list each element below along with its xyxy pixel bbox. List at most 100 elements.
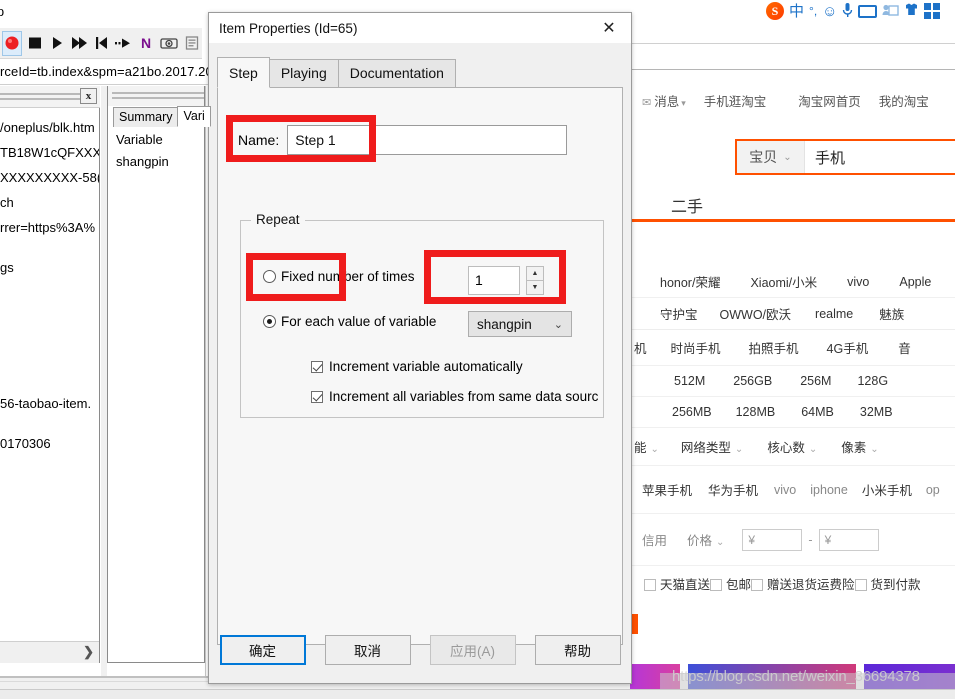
radio-icon[interactable] bbox=[263, 315, 276, 328]
checkbox-icon[interactable] bbox=[311, 390, 323, 403]
dialog-title-bar[interactable]: Item Properties (Id=65) ✕ bbox=[209, 13, 631, 43]
list-item: 56-taobao-item. bbox=[0, 396, 92, 411]
camera-icon[interactable] bbox=[159, 31, 179, 56]
checkbox-icon[interactable] bbox=[710, 578, 723, 591]
checkbox-icon[interactable] bbox=[854, 578, 867, 591]
punctuation-icon[interactable]: °, bbox=[809, 5, 817, 17]
scroll-right-icon[interactable]: ❯ bbox=[83, 644, 94, 660]
brand-shouhubao[interactable]: 守护宝 bbox=[660, 304, 698, 323]
repeat-count-input[interactable]: 1 bbox=[468, 266, 520, 295]
variable-row[interactable]: shangpin bbox=[116, 154, 169, 169]
tab-panel-step: Name: Step 1 Repeat Fixed number of time… bbox=[217, 87, 623, 645]
tab-step[interactable]: Step bbox=[217, 57, 270, 88]
radio-icon[interactable] bbox=[263, 270, 276, 283]
capacity-64mb[interactable]: 64MB bbox=[801, 405, 834, 419]
variable-select[interactable]: shangpin ⌄ bbox=[468, 311, 572, 337]
radio-for-each-value-of-variable[interactable]: For each value of variable bbox=[263, 314, 436, 329]
skin-icon[interactable] bbox=[904, 2, 919, 20]
cancel-button[interactable]: 取消 bbox=[324, 635, 411, 665]
stepper-down-icon[interactable]: ▼ bbox=[526, 280, 544, 295]
capacity-128mb[interactable]: 128MB bbox=[736, 405, 776, 419]
play-loop-icon[interactable] bbox=[69, 31, 89, 56]
facet-pixels[interactable]: 像素 ⌄ bbox=[841, 437, 878, 456]
price-min-input[interactable]: ¥ bbox=[742, 528, 803, 551]
tab-documentation[interactable]: Documentation bbox=[337, 59, 456, 88]
checkbox-icon[interactable] bbox=[751, 578, 764, 591]
keyboard-icon[interactable] bbox=[858, 4, 878, 18]
n-macro-icon[interactable]: N bbox=[137, 31, 157, 56]
play-icon[interactable] bbox=[47, 31, 67, 56]
category-4g-phone[interactable]: 4G手机 bbox=[827, 338, 869, 357]
brand-honor[interactable]: honor/荣耀 bbox=[660, 272, 720, 291]
brand-xiaomi[interactable]: Xiaomi/小米 bbox=[750, 272, 817, 291]
stepper-up-icon[interactable]: ▲ bbox=[526, 266, 544, 280]
brand-realme[interactable]: realme bbox=[815, 307, 853, 321]
keyword-iphone[interactable]: iphone bbox=[810, 483, 848, 497]
skip-back-icon[interactable] bbox=[92, 31, 112, 56]
handwriting-icon[interactable] bbox=[882, 3, 900, 20]
category-phone[interactable]: 机 bbox=[634, 338, 647, 357]
chinese-mode-icon[interactable]: 中 bbox=[789, 4, 804, 19]
chevron-down-icon: ⌄ bbox=[716, 537, 725, 548]
facet-network-type[interactable]: 网络类型 ⌄ bbox=[681, 437, 743, 456]
facet-function[interactable]: 能 ⌄ bbox=[634, 437, 659, 456]
emoji-icon[interactable]: ☺ bbox=[822, 4, 837, 19]
capacity-256m[interactable]: 256M bbox=[800, 374, 831, 388]
capacity-512m[interactable]: 512M bbox=[674, 374, 705, 388]
left-pane-scrollbar[interactable]: ❯ bbox=[0, 641, 99, 663]
microphone-icon[interactable] bbox=[842, 2, 853, 21]
keyword-xiaomi-phone[interactable]: 小米手机 bbox=[862, 480, 912, 499]
name-input[interactable]: Step 1 bbox=[287, 125, 568, 155]
category-music-phone[interactable]: 音 bbox=[898, 338, 911, 357]
search-input[interactable]: 手机 bbox=[805, 141, 955, 173]
capacity-32mb[interactable]: 32MB bbox=[860, 405, 893, 419]
tab-variables[interactable]: Vari bbox=[177, 106, 211, 127]
keyword-oppo[interactable]: op bbox=[926, 483, 940, 497]
brand-meizu[interactable]: 魅族 bbox=[879, 304, 904, 323]
keyword-huawei-phone[interactable]: 华为手机 bbox=[708, 480, 758, 499]
brand-vivo[interactable]: vivo bbox=[847, 275, 869, 289]
checkbox-increment-variable-automatically[interactable]: Increment variable automatically bbox=[311, 359, 523, 374]
radio-fixed-number-of-times[interactable]: Fixed number of times bbox=[263, 269, 415, 284]
help-button[interactable]: 帮助 bbox=[534, 635, 621, 665]
tab-summary[interactable]: Summary bbox=[113, 107, 179, 127]
service-check-tmall-direct[interactable]: 天猫直送 bbox=[644, 574, 710, 593]
capacity-128g[interactable]: 128G bbox=[857, 374, 888, 388]
close-icon[interactable]: ✕ bbox=[587, 13, 631, 43]
ok-button[interactable]: 确定 bbox=[219, 635, 306, 665]
nav-item-messages[interactable]: ✉ 消息 ▾ bbox=[642, 91, 686, 110]
tab-playing[interactable]: Playing bbox=[268, 59, 339, 88]
checkbox-icon[interactable] bbox=[311, 360, 323, 373]
price-label[interactable]: 价格 ⌄ bbox=[687, 530, 724, 549]
service-check-free-shipping[interactable]: 包邮 bbox=[710, 574, 751, 593]
checkbox-icon[interactable] bbox=[644, 578, 656, 591]
category-camera-phone[interactable]: 拍照手机 bbox=[749, 338, 799, 357]
list-icon[interactable] bbox=[182, 31, 202, 56]
search-category-select[interactable]: 宝贝 ⌄ bbox=[737, 141, 805, 173]
menu-help-item[interactable]: lp bbox=[0, 4, 4, 19]
record-icon[interactable] bbox=[2, 30, 23, 56]
service-check-cod[interactable]: 货到付款 bbox=[854, 574, 921, 593]
list-item: /oneplus/blk.htm bbox=[0, 120, 95, 135]
tab-secondhand[interactable]: 二手 bbox=[671, 193, 703, 217]
nav-item-mobile-taobao[interactable]: 手机逛淘宝 bbox=[704, 91, 767, 110]
facet-core-count[interactable]: 核心数 ⌄ bbox=[767, 437, 817, 456]
service-check-return-insurance[interactable]: 赠送退货运费险 bbox=[751, 574, 855, 593]
checkbox-increment-all-variables[interactable]: Increment all variables from same data s… bbox=[311, 389, 598, 404]
nav-item-my-taobao[interactable]: 我的淘宝 bbox=[879, 91, 929, 110]
step-forward-icon[interactable] bbox=[114, 31, 134, 56]
keyword-apple-phone[interactable]: 苹果手机 bbox=[642, 480, 692, 499]
sogou-logo-icon[interactable]: S bbox=[766, 2, 784, 20]
keyword-vivo[interactable]: vivo bbox=[774, 483, 796, 497]
brand-apple[interactable]: Apple bbox=[899, 275, 931, 289]
toolbox-icon[interactable] bbox=[924, 3, 941, 19]
stop-icon[interactable] bbox=[24, 31, 44, 56]
brand-oppo[interactable]: OWWO/欧沃 bbox=[720, 304, 792, 323]
category-fashion-phone[interactable]: 时尚手机 bbox=[671, 338, 721, 357]
credit-label[interactable]: 信用 bbox=[642, 530, 667, 549]
nav-item-taobao-home[interactable]: 淘宝网首页 bbox=[798, 91, 861, 110]
capacity-256gb[interactable]: 256GB bbox=[733, 374, 772, 388]
price-max-input[interactable]: ¥ bbox=[818, 528, 879, 551]
capacity-256mb[interactable]: 256MB bbox=[672, 405, 712, 419]
close-icon[interactable]: x bbox=[80, 88, 97, 104]
